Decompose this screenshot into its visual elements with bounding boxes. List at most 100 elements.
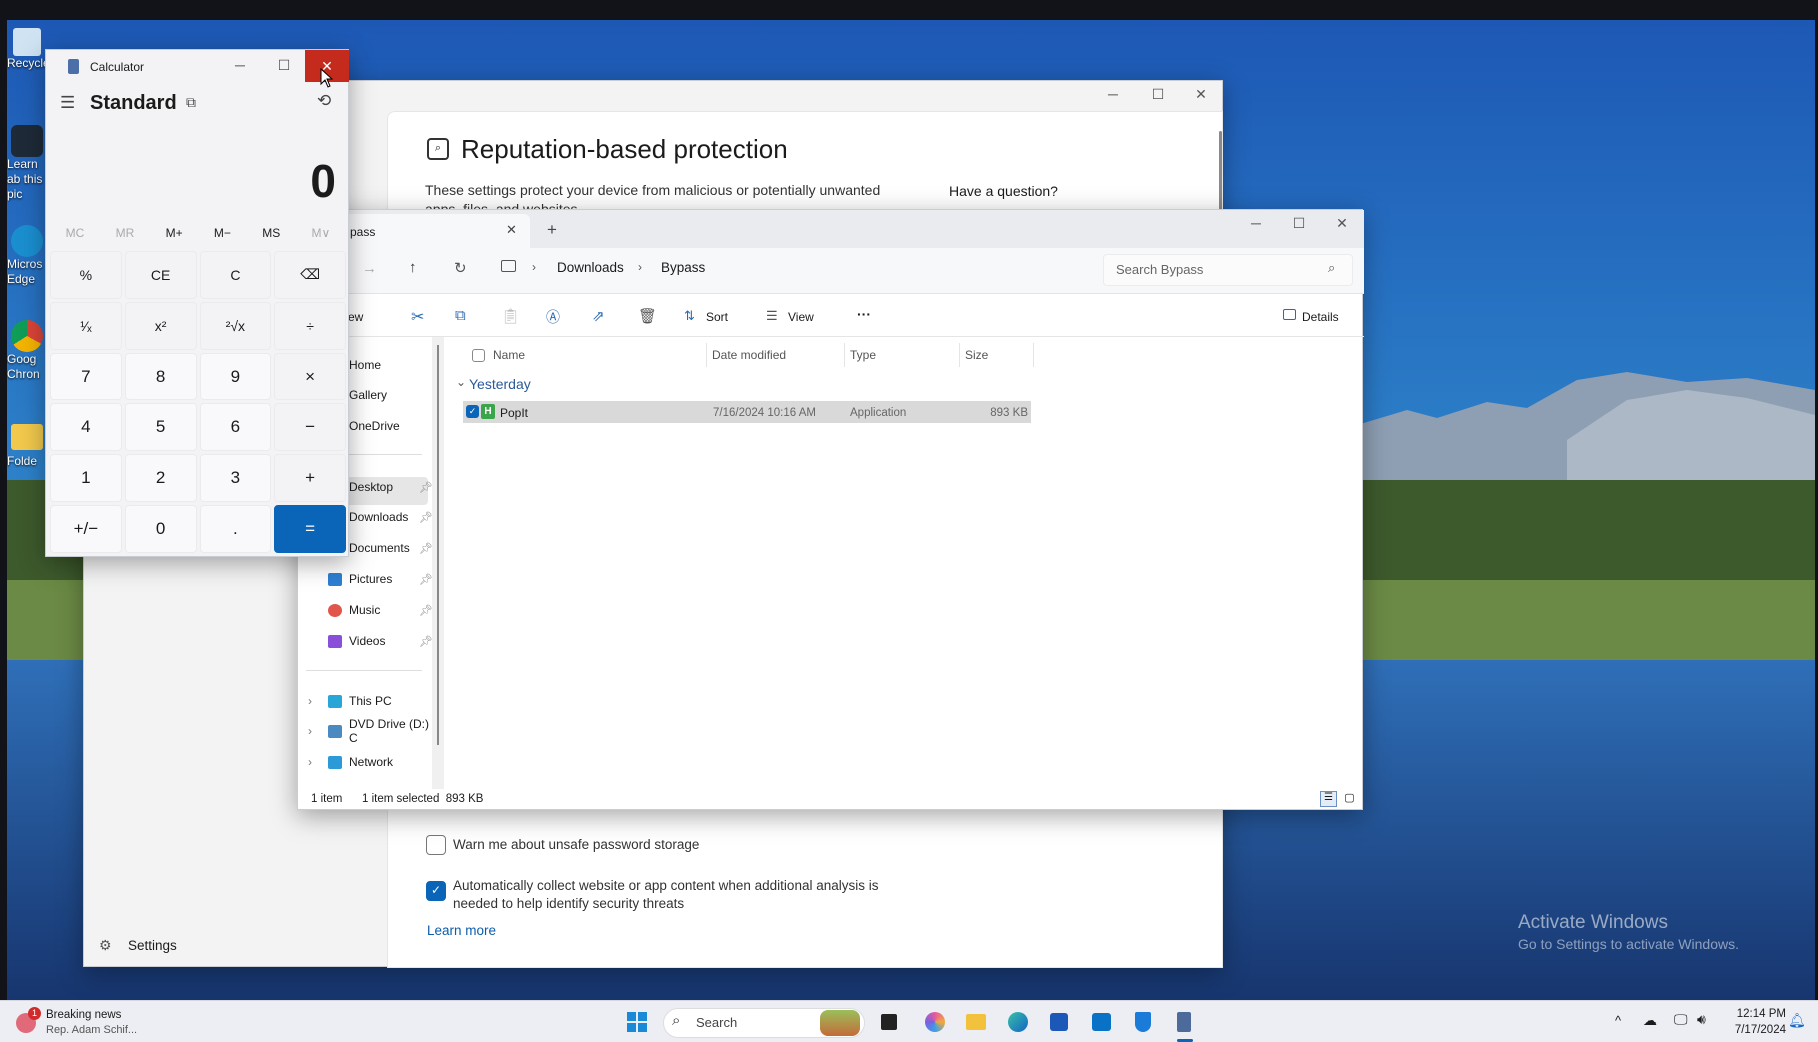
minimize-button[interactable]: ─ (225, 57, 255, 73)
column-type[interactable]: Type (850, 348, 876, 362)
key-eight-button[interactable]: 8 (124, 352, 197, 401)
nav-item-this-pc[interactable]: › This PC (298, 687, 438, 715)
copilot-icon[interactable] (920, 1007, 950, 1037)
row-checkbox[interactable]: ✓ (466, 405, 479, 418)
learn-more-link[interactable]: Learn more (427, 923, 496, 938)
details-button[interactable]: Details (1302, 310, 1339, 324)
start-button[interactable] (622, 1007, 652, 1037)
minimize-button[interactable]: ─ (1098, 86, 1128, 102)
chevron-right-icon[interactable]: › (308, 694, 312, 708)
network-icon[interactable]: 🖵︎ (1674, 1011, 1688, 1028)
nav-item-network[interactable]: › Network (298, 748, 438, 776)
task-view-icon[interactable] (874, 1007, 904, 1037)
nav-scrollbar-thumb[interactable] (437, 345, 439, 745)
key-reciprocal-button[interactable]: ¹⁄ₓ (50, 301, 122, 350)
breadcrumb-downloads[interactable]: Downloads (557, 260, 624, 275)
desktop-icon-chrome[interactable]: Goog Chron (7, 320, 47, 382)
column-size[interactable]: Size (965, 348, 988, 362)
key-decimal-button[interactable]: . (199, 505, 272, 553)
nav-item-pictures[interactable]: Pictures 📌︎ (298, 565, 438, 593)
this-pc-icon[interactable] (501, 260, 516, 272)
key-six-button[interactable]: 6 (199, 403, 272, 452)
paste-icon[interactable]: 📋︎ (501, 307, 520, 325)
auto-collect-checkbox[interactable]: ✓ (426, 881, 446, 901)
new-tab-button[interactable]: + (547, 220, 557, 240)
maximize-button[interactable]: ☐ (1284, 215, 1314, 232)
maximize-button[interactable]: ☐ (1143, 86, 1173, 103)
key-four-button[interactable]: 4 (50, 403, 122, 452)
more-options-button[interactable]: ··· (857, 306, 871, 322)
key-one-button[interactable]: 1 (50, 454, 122, 503)
chevron-right-icon[interactable]: › (308, 724, 312, 738)
memory-clear-button[interactable]: MC (66, 226, 85, 240)
desktop-icon-recycle-bin[interactable]: Recycle (7, 28, 47, 71)
microsoft-store-icon[interactable] (1044, 1007, 1074, 1037)
memory-store-button[interactable]: MS (262, 226, 280, 240)
settings-link[interactable]: Settings (128, 938, 177, 953)
clock-time[interactable]: 12:14 PM (1726, 1008, 1786, 1020)
column-name[interactable]: Name (493, 348, 525, 362)
outlook-icon[interactable] (1086, 1007, 1116, 1037)
volume-icon[interactable]: 🔊︎ (1697, 1011, 1706, 1028)
memory-subtract-button[interactable]: M− (214, 226, 231, 240)
key-zero-button[interactable]: 0 (124, 505, 197, 553)
key-nine-button[interactable]: 9 (199, 352, 272, 401)
up-icon[interactable]: ↑ (409, 259, 417, 276)
memory-list-button[interactable]: M∨ (312, 226, 331, 240)
nav-item-music[interactable]: Music 📌︎ (298, 596, 438, 624)
settings-gear-icon[interactable]: ⚙ (99, 937, 112, 954)
key-five-button[interactable]: 5 (124, 403, 197, 452)
key-multiply-button[interactable]: × (274, 352, 346, 401)
key-square-root-button[interactable]: ²√x (199, 301, 272, 350)
key-add-button[interactable]: + (274, 454, 346, 503)
clock-date[interactable]: 7/17/2024 (1726, 1024, 1786, 1036)
column-divider[interactable] (1033, 343, 1034, 367)
search-icon[interactable]: ⌕ (1328, 260, 1335, 276)
tab-close-icon[interactable]: ✕ (506, 222, 517, 238)
close-button[interactable]: ✕ (1186, 86, 1216, 103)
cut-icon[interactable]: ✂ (411, 307, 424, 327)
memory-recall-button[interactable]: MR (116, 226, 135, 240)
desktop-icon-folder[interactable]: Folde (7, 418, 47, 469)
key-negate-button[interactable]: +/− (50, 505, 122, 553)
nav-item-videos[interactable]: Videos 📌︎ (298, 627, 438, 655)
key-seven-button[interactable]: 7 (50, 352, 122, 401)
unsafe-password-checkbox[interactable] (426, 835, 446, 855)
key-subtract-button[interactable]: − (274, 403, 346, 452)
close-button[interactable]: ✕ (1327, 215, 1357, 232)
breadcrumb-bypass[interactable]: Bypass (661, 260, 705, 275)
desktop-icon-learn-picture[interactable]: Learn ab this pic (7, 125, 47, 202)
key-backspace-button[interactable]: ⌫ (274, 251, 346, 299)
history-icon[interactable]: ⟲ (317, 91, 331, 111)
key-clear-button[interactable]: C (199, 251, 272, 299)
key-divide-button[interactable]: ÷ (274, 301, 346, 350)
select-all-checkbox[interactable] (472, 349, 485, 362)
column-date-modified[interactable]: Date modified (712, 348, 786, 362)
sort-button[interactable]: Sort (706, 310, 728, 324)
key-two-button[interactable]: 2 (124, 454, 197, 503)
notifications-bell-icon[interactable]: 🔔︎ (1788, 1012, 1806, 1029)
news-subtitle[interactable]: Rep. Adam Schif... (46, 1024, 137, 1036)
copy-icon[interactable]: ⧉ (455, 307, 466, 324)
nav-item-dvd-drive[interactable]: › DVD Drive (D:) C (298, 717, 438, 745)
edge-icon[interactable] (1003, 1007, 1033, 1037)
file-explorer-icon[interactable] (961, 1007, 991, 1037)
maximize-button[interactable]: ☐ (269, 57, 299, 74)
key-equals-button[interactable]: = (274, 505, 346, 553)
details-view-toggle[interactable]: ☰ (1320, 791, 1337, 807)
show-hidden-icons-chevron[interactable]: ^ (1615, 1013, 1621, 1028)
chevron-right-icon[interactable]: › (308, 755, 312, 769)
windows-security-icon[interactable] (1128, 1007, 1158, 1037)
tiles-view-toggle[interactable]: ▢ (1341, 791, 1358, 807)
group-chevron-icon[interactable]: ⌄ (456, 375, 466, 389)
key-three-button[interactable]: 3 (199, 454, 272, 503)
key-clear-entry-button[interactable]: CE (124, 251, 197, 299)
refresh-icon[interactable]: ↻ (454, 259, 467, 277)
forward-icon[interactable]: → (362, 260, 377, 277)
onedrive-offline-icon[interactable]: ☁ (1643, 1012, 1657, 1029)
hamburger-menu-icon[interactable]: ☰ (60, 93, 75, 113)
group-header-yesterday[interactable]: Yesterday (469, 376, 531, 392)
memory-add-button[interactable]: M+ (166, 226, 183, 240)
news-title[interactable]: Breaking news (46, 1009, 121, 1021)
minimize-button[interactable]: ─ (1241, 215, 1271, 231)
